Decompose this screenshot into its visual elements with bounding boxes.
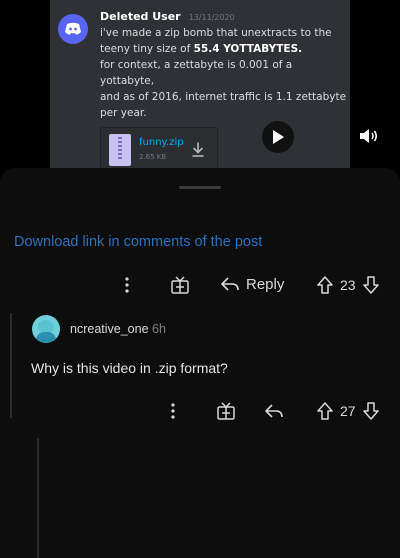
zip-file-icon	[109, 134, 131, 166]
discord-message: Deleted User 13/11/2020 i've made a zip …	[58, 10, 348, 168]
reply-more-button[interactable]	[168, 402, 178, 420]
reply-arrow-icon	[221, 277, 239, 291]
message-timestamp: 13/11/2020	[188, 13, 235, 22]
play-icon	[273, 130, 284, 144]
reply-score: 27	[340, 403, 356, 419]
volume-icon	[360, 129, 378, 143]
thread-line[interactable]	[10, 313, 12, 418]
comment-vote-controls: 23	[316, 276, 380, 294]
comment-age: 6h	[152, 322, 166, 336]
message-username: Deleted User	[100, 10, 181, 23]
reply-label: Reply	[246, 275, 285, 293]
downvote-icon[interactable]	[362, 402, 380, 420]
award-icon	[171, 276, 189, 294]
volume-button[interactable]	[359, 127, 379, 145]
award-icon	[217, 402, 235, 420]
reply-vote-controls: 27	[316, 402, 380, 420]
attachment-filename: funny.zip	[139, 137, 184, 148]
more-icon	[125, 277, 129, 293]
comment-score: 23	[340, 277, 356, 293]
comment-text: Why is this video in .zip format?	[31, 360, 228, 376]
reply-award-button[interactable]	[216, 402, 236, 420]
thread-line[interactable]	[37, 438, 39, 558]
more-icon	[171, 403, 175, 419]
comment-username[interactable]: ncreative_one	[70, 322, 149, 336]
message-bold-size: 55.4 YOTTABYTES.	[193, 43, 303, 55]
message-text: i've made a zip bomb that unextracts to …	[100, 27, 347, 119]
upvote-icon[interactable]	[316, 276, 334, 294]
file-attachment: funny.zip 2.65 KB	[100, 127, 218, 168]
sheet-drag-handle[interactable]	[179, 186, 221, 189]
play-button[interactable]	[262, 121, 294, 153]
comments-sheet: Download link in comments of the post Re…	[0, 168, 400, 558]
comment-more-button[interactable]	[122, 276, 132, 294]
discord-avatar	[58, 14, 88, 44]
comment-reply-button[interactable]: Reply	[220, 275, 284, 293]
discord-logo-icon	[65, 22, 81, 35]
upvote-icon[interactable]	[316, 402, 334, 420]
avatar[interactable]	[32, 315, 60, 343]
download-link[interactable]: Download link in comments of the post	[14, 234, 262, 250]
video-player[interactable]: Deleted User 13/11/2020 i've made a zip …	[50, 0, 350, 168]
reply-arrow-icon	[265, 404, 283, 418]
comment-award-button[interactable]	[170, 276, 190, 294]
download-icon	[192, 142, 204, 157]
downvote-icon[interactable]	[362, 276, 380, 294]
reply-reply-button[interactable]	[264, 402, 284, 420]
attachment-size: 2.65 KB	[139, 153, 167, 161]
